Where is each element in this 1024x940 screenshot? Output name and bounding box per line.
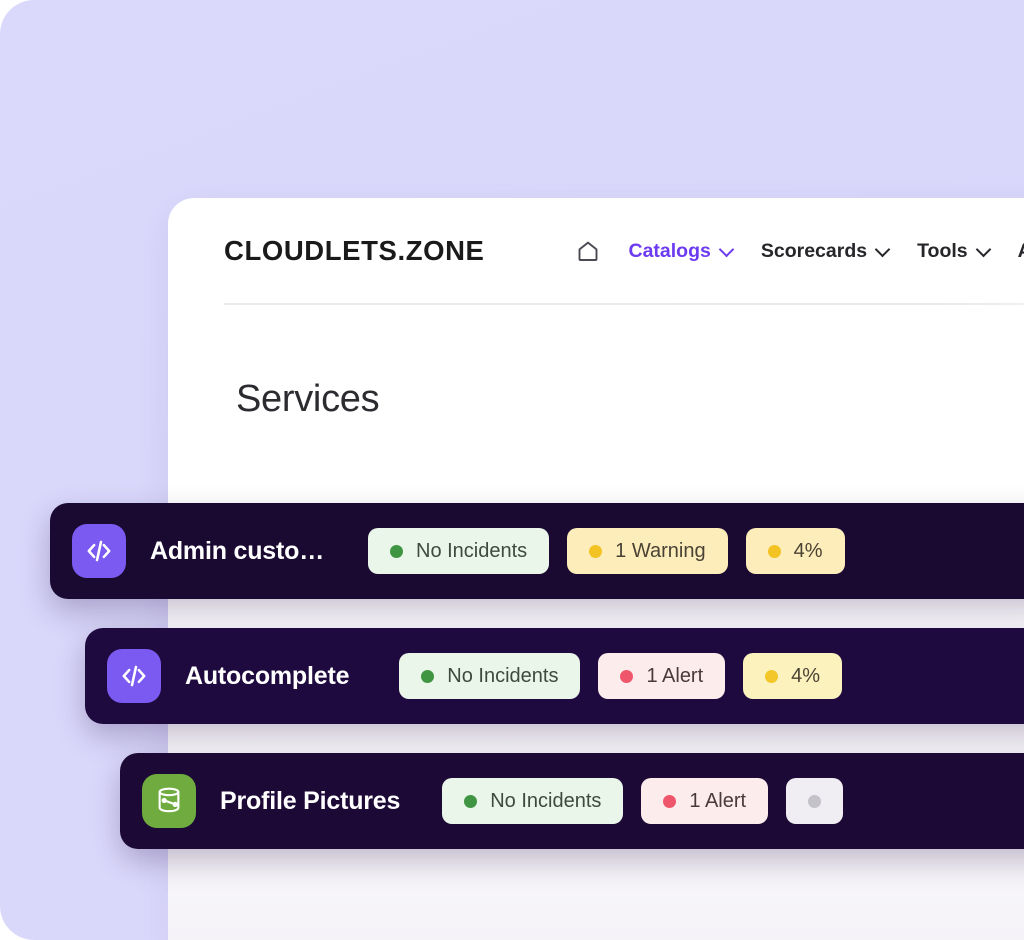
service-badges: No Incidents 1 Alert	[442, 778, 844, 824]
service-name: Admin custo…	[150, 536, 324, 565]
nav-item-actions[interactable]: Actio	[1018, 240, 1024, 263]
status-badge-label: 1 Alert	[646, 664, 704, 687]
status-badge-label: 4%	[791, 664, 821, 687]
main-nav: Catalogs Scorecards Tools Actio	[576, 239, 1024, 263]
status-dot-icon	[767, 544, 781, 558]
status-dot-icon	[421, 669, 435, 683]
service-card[interactable]: Admin custo… No Incidents 1 Warning 4%	[50, 503, 1024, 599]
code-icon	[72, 524, 126, 578]
status-dot-icon	[464, 794, 478, 808]
service-badges: No Incidents 1 Warning 4%	[368, 528, 845, 574]
status-badge-label: 1 Warning	[615, 539, 706, 562]
status-badge-label: No Incidents	[490, 789, 602, 812]
code-icon	[107, 649, 161, 703]
nav-item-label: Catalogs	[628, 239, 711, 262]
app-header: CLOUDLETS.ZONE Catalogs Scorecards Tools	[168, 198, 1024, 304]
status-dot-icon	[620, 669, 634, 683]
status-badge[interactable]	[786, 778, 844, 824]
nav-item-scorecards[interactable]: Scorecards	[761, 240, 889, 263]
page-title: Services	[236, 378, 380, 420]
nav-item-label: Tools	[917, 239, 968, 262]
service-card[interactable]: Profile Pictures No Incidents 1 Alert	[120, 753, 1024, 849]
status-badge[interactable]: 1 Alert	[598, 653, 726, 699]
service-name: Autocomplete	[185, 661, 350, 690]
brand-logo[interactable]: CLOUDLETS.ZONE	[224, 235, 484, 267]
status-dot-icon	[808, 794, 822, 808]
chevron-down-icon	[720, 243, 733, 256]
nav-item-label: Actio	[1018, 240, 1024, 263]
chevron-down-icon	[977, 243, 990, 256]
status-badge-label: No Incidents	[416, 539, 528, 562]
status-badge[interactable]: 4%	[743, 653, 843, 699]
screenshot-root: CLOUDLETS.ZONE Catalogs Scorecards Tools	[0, 0, 1024, 940]
status-badge-label: 4%	[793, 539, 823, 562]
service-badges: No Incidents 1 Alert 4%	[399, 653, 843, 699]
status-badge[interactable]: No Incidents	[399, 653, 581, 699]
bucket-icon	[142, 774, 196, 828]
service-card[interactable]: Autocomplete No Incidents 1 Alert 4%	[85, 628, 1024, 724]
chevron-down-icon	[876, 243, 889, 256]
nav-item-label: Scorecards	[760, 239, 868, 262]
status-badge[interactable]: 4%	[745, 528, 845, 574]
header-divider	[224, 303, 1024, 305]
status-badge[interactable]: 1 Alert	[641, 778, 769, 824]
home-icon	[576, 239, 600, 263]
service-name: Profile Pictures	[220, 786, 401, 815]
status-badge[interactable]: No Incidents	[368, 528, 550, 574]
status-badge-label: No Incidents	[447, 664, 559, 687]
nav-item-home[interactable]	[576, 239, 600, 263]
status-badge-label: 1 Alert	[689, 789, 747, 812]
nav-item-tools[interactable]: Tools	[917, 240, 990, 263]
status-dot-icon	[390, 544, 403, 558]
status-dot-icon	[765, 669, 779, 683]
status-dot-icon	[589, 544, 603, 558]
status-badge[interactable]: No Incidents	[442, 778, 624, 824]
status-dot-icon	[663, 794, 677, 808]
status-badge[interactable]: 1 Warning	[567, 528, 728, 574]
nav-item-catalogs[interactable]: Catalogs	[628, 240, 732, 263]
